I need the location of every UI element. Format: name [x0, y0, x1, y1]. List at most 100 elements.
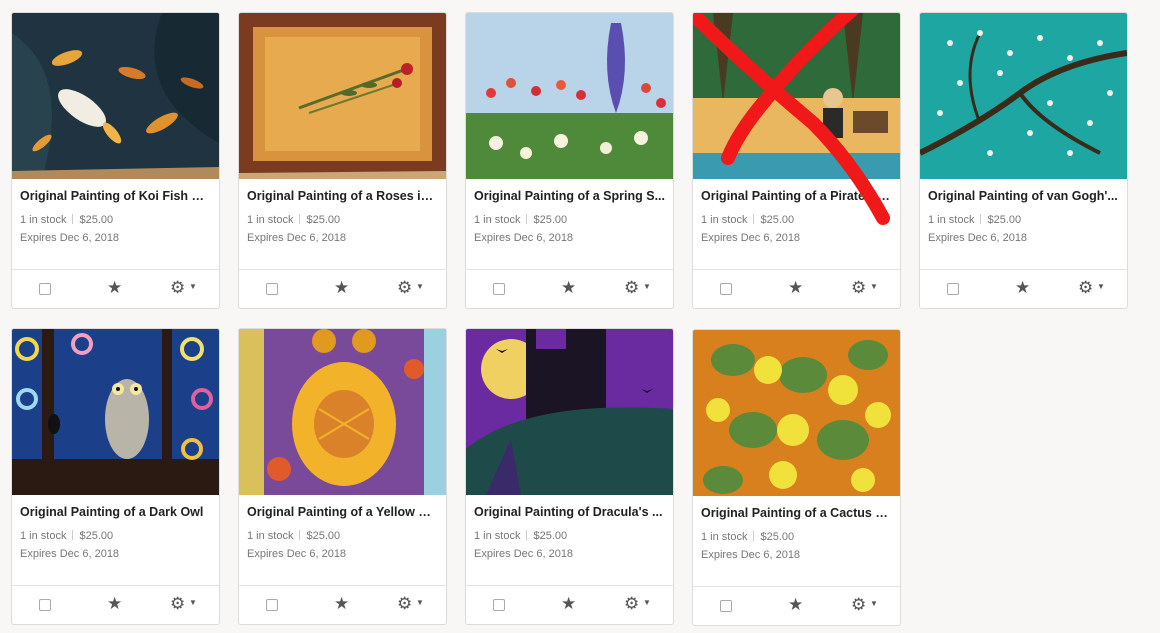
select-checkbox[interactable]	[947, 283, 959, 295]
stock-count: 1 in stock	[701, 214, 748, 226]
listing-title[interactable]: Original Painting of a Dark Owl	[20, 505, 211, 519]
listing-thumbnail[interactable]	[466, 329, 673, 495]
roses-painting-image	[239, 13, 446, 179]
caret-down-icon[interactable]: ▼	[416, 282, 424, 291]
koi-painting-image	[12, 13, 219, 179]
gear-icon[interactable]: ⚙	[1078, 278, 1093, 298]
star-icon[interactable]: ★	[107, 594, 122, 614]
listing-title[interactable]: Original Painting of Koi Fish Po...	[20, 189, 211, 203]
listing-thumbnail[interactable]	[12, 13, 219, 179]
expiration-date: Expires Dec 6, 2018	[20, 232, 120, 244]
listing-title[interactable]: Original Painting of a Cactus P...	[701, 506, 892, 520]
listing-actions: ★ ⚙ ▼	[239, 585, 446, 624]
listing-title[interactable]: Original Painting of Dracula's ...	[474, 505, 665, 519]
divider	[753, 531, 755, 541]
star-icon[interactable]: ★	[788, 595, 803, 615]
almond-blossom-painting-image	[920, 13, 1127, 179]
select-checkbox[interactable]	[39, 283, 51, 295]
divider	[526, 530, 528, 540]
price: $25.00	[306, 214, 341, 226]
price: $25.00	[760, 214, 795, 226]
gear-icon[interactable]: ⚙	[624, 278, 639, 298]
expiration-date: Expires Dec 6, 2018	[474, 548, 574, 560]
listing-card[interactable]: Original Painting of a Dark Owl 1 in sto…	[11, 328, 220, 625]
listing-card[interactable]: Original Painting of Dracula's ... 1 in …	[465, 328, 674, 625]
select-checkbox[interactable]	[493, 283, 505, 295]
divider	[72, 214, 74, 224]
listing-card[interactable]: Original Painting of a Yellow O... 1 in …	[238, 328, 447, 625]
caret-down-icon[interactable]: ▼	[189, 282, 197, 291]
listing-meta: 1 in stock $25.00	[474, 214, 567, 226]
caret-down-icon[interactable]: ▼	[1097, 282, 1105, 291]
select-checkbox[interactable]	[266, 599, 278, 611]
listing-title[interactable]: Original Painting of a Roses in ...	[247, 189, 438, 203]
listing-card[interactable]: Original Painting of a Cactus P... 1 in …	[692, 329, 901, 626]
stock-count: 1 in stock	[701, 531, 748, 543]
divider	[299, 214, 301, 224]
price: $25.00	[79, 530, 114, 542]
price: $25.00	[306, 530, 341, 542]
price: $25.00	[987, 214, 1022, 226]
star-icon[interactable]: ★	[788, 278, 803, 298]
divider	[753, 214, 755, 224]
listing-title[interactable]: Original Painting of a Spring S...	[474, 189, 665, 203]
stock-count: 1 in stock	[20, 214, 67, 226]
listing-thumbnail[interactable]	[466, 13, 673, 179]
expiration-date: Expires Dec 6, 2018	[247, 232, 347, 244]
gear-icon[interactable]: ⚙	[170, 278, 185, 298]
listing-thumbnail[interactable]	[920, 13, 1127, 179]
listing-actions: ★ ⚙ ▼	[466, 585, 673, 624]
caret-down-icon[interactable]: ▼	[870, 599, 878, 608]
select-checkbox[interactable]	[720, 600, 732, 612]
caret-down-icon[interactable]: ▼	[643, 282, 651, 291]
gear-icon[interactable]: ⚙	[397, 594, 412, 614]
expiration-date: Expires Dec 6, 2018	[701, 549, 801, 561]
divider	[980, 214, 982, 224]
listing-thumbnail[interactable]	[239, 13, 446, 179]
caret-down-icon[interactable]: ▼	[189, 598, 197, 607]
listing-title[interactable]: Original Painting of van Gogh'...	[928, 189, 1119, 203]
listing-card[interactable]: Original Painting of Koi Fish Po... 1 in…	[11, 12, 220, 309]
listing-thumbnail[interactable]	[693, 330, 900, 496]
star-icon[interactable]: ★	[561, 594, 576, 614]
listing-actions: ★ ⚙ ▼	[693, 586, 900, 625]
star-icon[interactable]: ★	[334, 278, 349, 298]
cactus-painting-image	[693, 330, 900, 496]
price: $25.00	[760, 531, 795, 543]
price: $25.00	[79, 214, 114, 226]
star-icon[interactable]: ★	[561, 278, 576, 298]
gear-icon[interactable]: ⚙	[624, 594, 639, 614]
listing-card[interactable]: Original Painting of a Pirate Ba... 1 in…	[692, 12, 901, 309]
listing-card[interactable]: Original Painting of a Spring S... 1 in …	[465, 12, 674, 309]
price: $25.00	[533, 214, 568, 226]
listing-thumbnail[interactable]	[12, 329, 219, 495]
spring-flowers-painting-image	[466, 13, 673, 179]
select-checkbox[interactable]	[720, 283, 732, 295]
gear-icon[interactable]: ⚙	[851, 595, 866, 615]
star-icon[interactable]: ★	[1015, 278, 1030, 298]
caret-down-icon[interactable]: ▼	[643, 598, 651, 607]
listing-meta: 1 in stock $25.00	[701, 214, 794, 226]
listing-thumbnail[interactable]	[239, 329, 446, 495]
select-checkbox[interactable]	[266, 283, 278, 295]
divider	[299, 530, 301, 540]
gear-icon[interactable]: ⚙	[851, 278, 866, 298]
listing-meta: 1 in stock $25.00	[928, 214, 1021, 226]
listing-card[interactable]: Original Painting of a Roses in ... 1 in…	[238, 12, 447, 309]
caret-down-icon[interactable]: ▼	[416, 598, 424, 607]
gear-icon[interactable]: ⚙	[397, 278, 412, 298]
listing-card[interactable]: Original Painting of van Gogh'... 1 in s…	[919, 12, 1128, 309]
listing-meta: 1 in stock $25.00	[20, 530, 113, 542]
listing-thumbnail[interactable]	[693, 13, 900, 179]
select-checkbox[interactable]	[493, 599, 505, 611]
listing-actions: ★ ⚙ ▼	[466, 269, 673, 308]
listing-title[interactable]: Original Painting of a Pirate Ba...	[701, 189, 892, 203]
star-icon[interactable]: ★	[107, 278, 122, 298]
dracula-castle-painting-image	[466, 329, 673, 495]
listing-meta: 1 in stock $25.00	[701, 531, 794, 543]
select-checkbox[interactable]	[39, 599, 51, 611]
gear-icon[interactable]: ⚙	[170, 594, 185, 614]
star-icon[interactable]: ★	[334, 594, 349, 614]
listing-title[interactable]: Original Painting of a Yellow O...	[247, 505, 438, 519]
caret-down-icon[interactable]: ▼	[870, 282, 878, 291]
